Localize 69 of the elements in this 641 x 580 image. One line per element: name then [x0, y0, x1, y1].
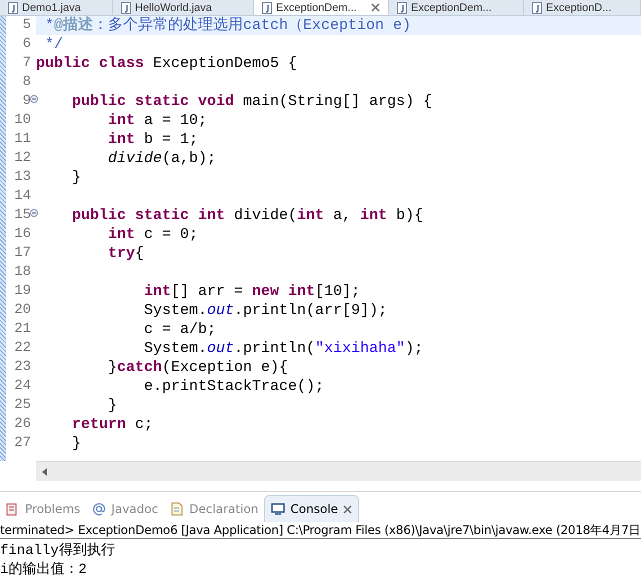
java-file-icon [262, 2, 272, 14]
line-number: 9 [22, 92, 31, 111]
code-line: }catch(Exception e){ [107, 359, 288, 376]
collapse-icon[interactable] [30, 95, 38, 103]
java-file-icon [8, 2, 18, 14]
monitor-icon [271, 502, 286, 516]
editor-tab[interactable]: ExceptionDem... [254, 0, 389, 15]
view-tab[interactable]: Javadoc [86, 496, 164, 522]
code-line: public class ExceptionDemo5 { [36, 55, 298, 72]
line-number: 13 [13, 168, 31, 187]
left-arrow-icon[interactable] [42, 468, 48, 476]
line-number: 18 [13, 263, 31, 282]
console-output-line: i的输出值：2 [0, 562, 87, 578]
line-number: 8 [22, 73, 31, 92]
code-line: } [107, 397, 118, 414]
editor-tab[interactable]: ExceptionD... [524, 0, 641, 15]
line-number: 11 [13, 130, 31, 149]
code-line: return c; [71, 416, 154, 433]
code-line: public static void main(String[] args) { [71, 93, 432, 110]
line-number: 15 [13, 206, 31, 225]
code-line: } [71, 435, 82, 452]
code-line: int[] arr = new int[10]; [143, 283, 360, 300]
editor-tab[interactable]: ExceptionDem... [389, 0, 524, 15]
editor-tab[interactable]: HelloWorld.java [113, 0, 254, 15]
horizontal-scrollbar[interactable] [36, 461, 641, 481]
line-number: 12 [13, 149, 31, 168]
code-line: int b = 1; [107, 131, 198, 148]
code-line: e.printStackTrace(); [143, 378, 324, 395]
line-number: 10 [13, 111, 31, 130]
editor-tab[interactable]: Demo1.java [0, 0, 113, 15]
code-line: divide(a,b); [107, 150, 216, 167]
close-icon[interactable] [371, 3, 380, 12]
java-file-icon [532, 2, 542, 14]
code-line: System.out.println(arr[9]); [143, 302, 388, 319]
java-file-icon [121, 2, 131, 14]
close-icon[interactable] [343, 504, 352, 514]
line-number: 7 [22, 54, 31, 73]
view-tab[interactable]: Declaration [164, 496, 264, 522]
code-line: public static int divide(int a, int b){ [71, 207, 424, 224]
view-tab[interactable]: Problems [0, 496, 86, 522]
console-output-line: finally得到执行 [0, 543, 115, 559]
line-number: 6 [22, 35, 31, 54]
line-number: 21 [13, 320, 31, 339]
code-line: int c = 0; [107, 226, 198, 243]
line-number: 26 [13, 415, 31, 434]
line-number: 5 [22, 16, 31, 35]
code-line: *@描述：多个异常的处理选用catch（Exception e) [44, 17, 412, 34]
line-number: 23 [13, 358, 31, 377]
line-number: 14 [13, 187, 31, 206]
line-number: 20 [13, 301, 31, 320]
code-line: */ [44, 36, 64, 53]
view-tab[interactable]: Console [264, 495, 360, 522]
collapse-icon[interactable] [30, 209, 38, 217]
code-line: int a = 10; [107, 112, 208, 129]
code-line: System.out.println("xixihaha"); [143, 340, 424, 357]
line-number: 22 [13, 339, 31, 358]
line-number: 17 [13, 244, 31, 263]
line-number: 19 [13, 282, 31, 301]
line-number: 27 [13, 434, 31, 453]
line-number: 25 [13, 396, 31, 415]
line-number: 24 [13, 377, 31, 396]
line-number: 16 [13, 225, 31, 244]
code-line: try{ [107, 245, 144, 262]
code-line: } [71, 169, 82, 186]
console-header: terminated> ExceptionDemo6 [Java Application] C:\Program Files (x86)\Java\jre7\bin\javaw.exe (2018年4月7日 [0, 522, 641, 539]
java-file-icon [397, 2, 407, 14]
at-sign-icon [92, 502, 106, 516]
document-icon [170, 502, 184, 516]
code-line: c = a/b; [143, 321, 216, 338]
